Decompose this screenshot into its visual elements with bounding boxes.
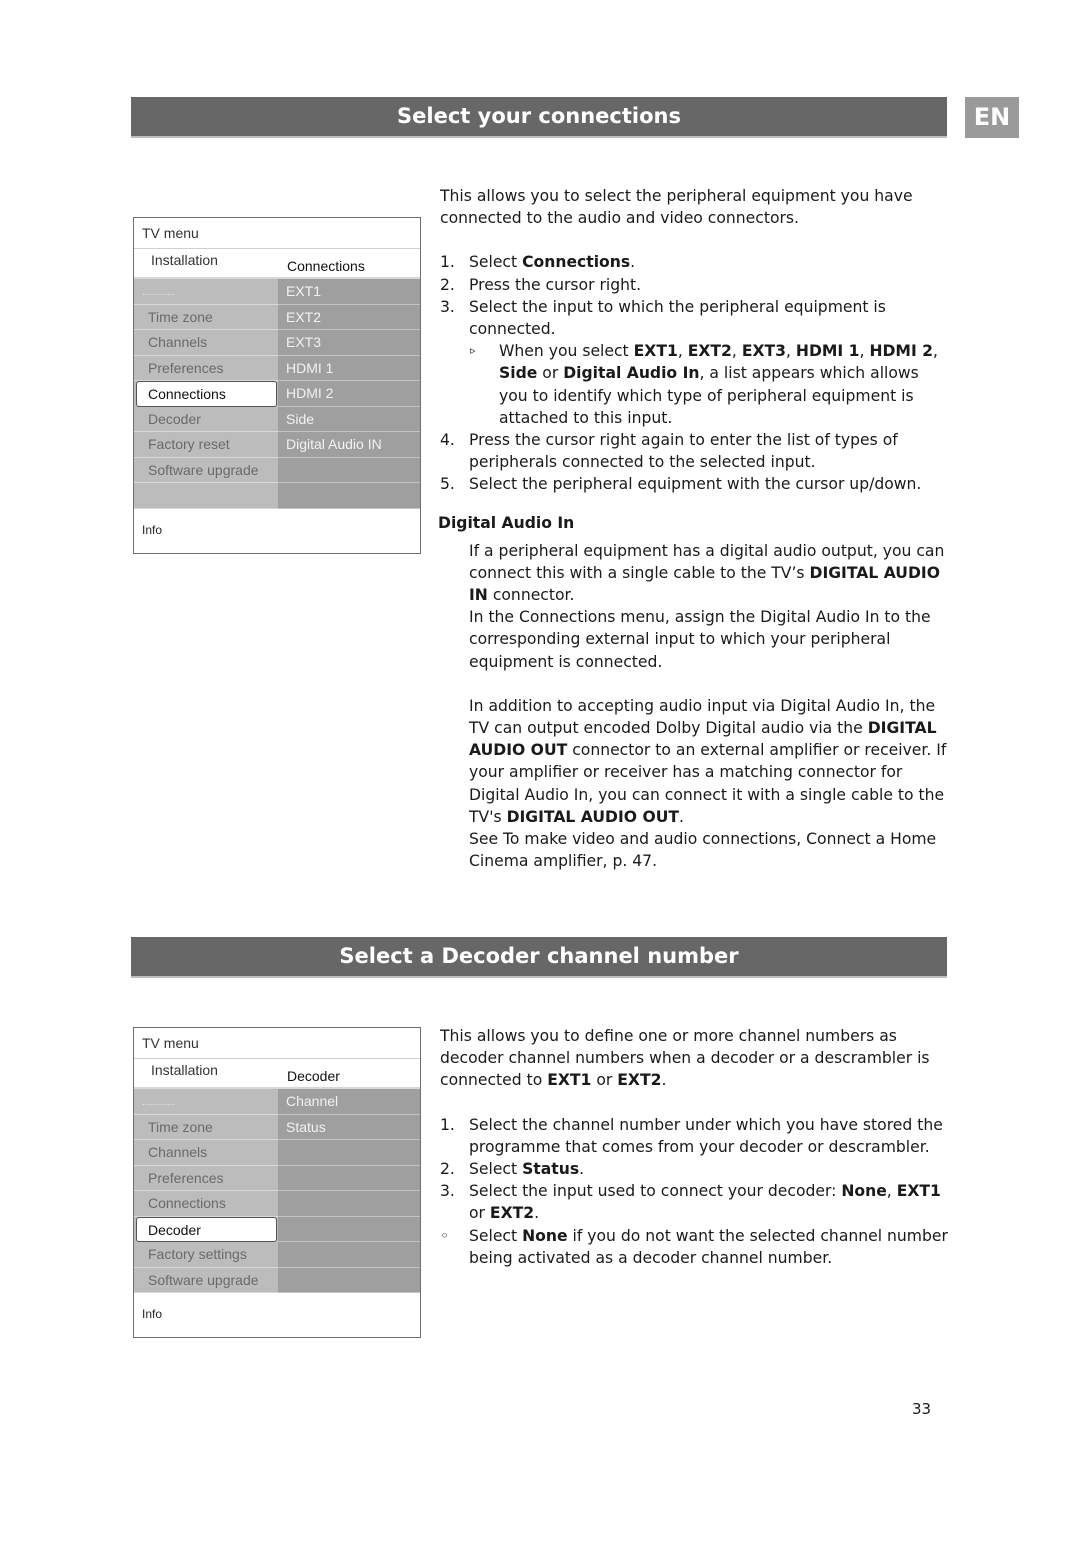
menu-item-decoder[interactable]: Decoder — [134, 407, 278, 432]
submenu-item-side[interactable]: Side — [278, 407, 420, 432]
step-5: 5. Select the peripheral equipment with t… — [440, 475, 922, 494]
submenu-item-empty — [278, 1242, 420, 1268]
menu-info: Info — [142, 522, 163, 537]
menu-item-factory-settings[interactable]: Factory settings — [134, 1242, 278, 1268]
language-badge: EN — [965, 97, 1019, 138]
submenu-item-empty — [278, 1140, 420, 1166]
step-1: 1. Select Connections. — [440, 253, 636, 272]
dai-paragraph-4: See To make video and audio connections,… — [469, 830, 937, 871]
menu-right-header: Decoder — [287, 1068, 340, 1084]
step-2: 2. Press the cursor right. — [440, 275, 642, 294]
menu-item-software-upgrade[interactable]: Software upgrade — [134, 458, 278, 483]
step-3: 3. Select the input to which the peripher… — [440, 297, 886, 339]
submenu-item-empty — [278, 458, 420, 483]
menu-left-header: Installation — [151, 1062, 218, 1078]
menu-item-time-zone[interactable]: Time zone — [134, 1115, 278, 1140]
submenu-item-empty — [278, 1166, 420, 1191]
menu-info: Info — [142, 1307, 163, 1321]
submenu-item-ext3[interactable]: EXT3 — [278, 330, 420, 356]
steps-list: 1. Select the channel number under which … — [440, 1114, 950, 1269]
submenu-item-ext2[interactable]: EXT2 — [278, 305, 420, 330]
submenu-item-hdmi-2[interactable]: HDMI 2 — [278, 381, 420, 407]
menu-item-time-zone[interactable]: Time zone — [134, 305, 278, 330]
steps-list: 1. Select Connections. 2. Press the cursor… — [440, 251, 950, 340]
submenu-item-status[interactable]: Status — [278, 1115, 420, 1140]
menu-right-column: EXT1 EXT2 EXT3 HDMI 1 HDMI 2 Side Digital Audi… — [278, 279, 420, 509]
menu-item-factory-reset[interactable]: Factory reset — [134, 432, 278, 458]
submenu-item-ext1[interactable]: EXT1 — [278, 279, 420, 305]
section-title-decoder: Select a Decoder channel number — [131, 937, 947, 978]
menu-item-software-upgrade[interactable]: Software upgrade — [134, 1268, 278, 1293]
circle-bullet-icon: ◦ — [440, 1226, 450, 1245]
digital-audio-in-heading: Digital Audio In — [438, 513, 575, 532]
digital-audio-in-body: If a peripheral equipment has a digital … — [440, 540, 950, 873]
dai-paragraph-3: In addition to accepting audio input via… — [469, 696, 947, 826]
menu-title: TV menu — [134, 1028, 420, 1059]
menu-item-channels[interactable]: Channels — [134, 330, 278, 356]
menu-title: TV menu — [134, 218, 420, 249]
submenu-item-empty — [278, 483, 420, 509]
menu-right-header: Connections — [287, 258, 365, 274]
menu-item-more[interactable]: ............ — [134, 279, 278, 305]
menu-item-connections[interactable]: Connections — [134, 1191, 278, 1217]
step-3-note: ▹ When you select EXT1, EXT2, EXT3, HDMI… — [470, 342, 938, 427]
menu-item-decoder[interactable]: Decoder — [136, 1216, 277, 1242]
connections-instructions: This allows you to select the peripheral… — [438, 185, 950, 873]
menu-item-channels[interactable]: Channels — [134, 1140, 278, 1166]
intro-paragraph: This allows you to select the peripheral… — [440, 187, 913, 228]
menu-item-preferences[interactable]: Preferences — [134, 1166, 278, 1191]
step-3: 3. Select the input used to connect your … — [440, 1182, 941, 1223]
section-title-connections: Select your connections — [131, 97, 947, 138]
steps-list-continued: 4. Press the cursor right again to enter … — [440, 429, 950, 496]
triangle-bullet-icon: ▹ — [470, 344, 476, 358]
menu-item-connections[interactable]: Connections — [136, 381, 277, 407]
menu-item-empty[interactable] — [134, 483, 278, 509]
submenu-item-empty — [278, 1268, 420, 1293]
note-bullet: ◦ Select None if you do not want the sele… — [440, 1226, 948, 1267]
submenu-item-digital-audio-in[interactable]: Digital Audio IN — [278, 432, 420, 458]
menu-left-column: ............ Time zone Channels Preferences… — [134, 1089, 278, 1293]
menu-left-header: Installation — [151, 252, 218, 268]
decoder-instructions: This allows you to define one or more ch… — [440, 1025, 950, 1269]
step-1: 1. Select the channel number under which … — [440, 1115, 943, 1156]
menu-left-column: ............ Time zone Channels Preferences… — [134, 279, 278, 509]
menu-rows: ............ Time zone Channels Preferences… — [134, 1089, 420, 1293]
submenu-item-empty — [278, 1191, 420, 1217]
menu-right-column: Channel Status — [278, 1089, 420, 1293]
menu-rows: ............ Time zone Channels Preferences… — [134, 279, 420, 509]
submenu-item-channel[interactable]: Channel — [278, 1089, 420, 1115]
step-4: 4. Press the cursor right again to enter … — [440, 431, 898, 472]
dai-paragraph-1: If a peripheral equipment has a digital … — [469, 541, 945, 605]
menu-header: Installation Decoder — [134, 1059, 420, 1089]
tv-menu-connections: TV menu Installation Connections .......… — [133, 217, 421, 554]
menu-item-preferences[interactable]: Preferences — [134, 356, 278, 381]
step-2: 2. Select Status. — [440, 1160, 585, 1179]
submenu-item-empty — [278, 1217, 420, 1242]
intro-paragraph: This allows you to define one or more ch… — [440, 1027, 930, 1090]
tv-menu-decoder: TV menu Installation Decoder ...........… — [133, 1027, 421, 1338]
dai-paragraph-2: In the Connections menu, assign the Digi… — [469, 608, 931, 671]
menu-item-more[interactable]: ............ — [134, 1089, 278, 1115]
menu-header: Installation Connections — [134, 249, 420, 279]
page-number: 33 — [912, 1400, 932, 1418]
submenu-item-hdmi-1[interactable]: HDMI 1 — [278, 356, 420, 381]
